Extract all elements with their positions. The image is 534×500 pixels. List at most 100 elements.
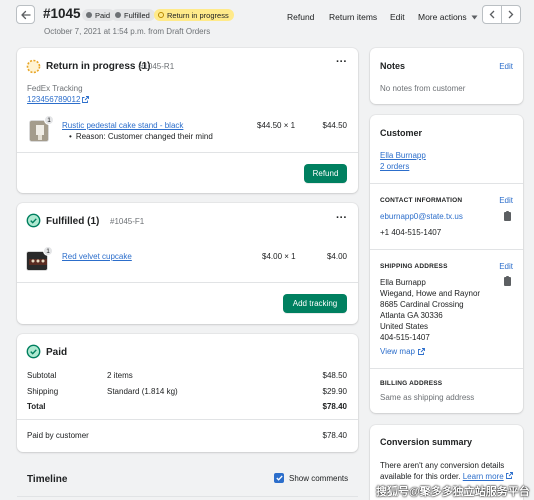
more-options-icon[interactable]: ··· bbox=[336, 56, 347, 68]
order-subtitle: October 7, 2021 at 1:54 p.m. from Draft … bbox=[44, 27, 211, 36]
address-line: 404-515-1407 bbox=[380, 333, 430, 342]
more-actions-button[interactable]: More actions bbox=[418, 8, 478, 26]
customer-email-link[interactable]: eburnapp0@state.tx.us bbox=[380, 212, 463, 221]
shipping-detail: Standard (1.814 kg) bbox=[107, 387, 178, 396]
fulfilled-card: Fulfilled (1) #1045-F1 ··· 1 Red velvet … bbox=[17, 203, 358, 324]
notes-title: Notes bbox=[380, 61, 406, 71]
paid-card-title: Paid bbox=[46, 347, 68, 358]
item-total: $4.00 bbox=[326, 252, 347, 261]
checkmark-icon bbox=[275, 475, 283, 481]
divider bbox=[17, 152, 358, 153]
shipping-edit-link[interactable]: Edit bbox=[499, 262, 513, 271]
arrow-left-icon bbox=[20, 10, 31, 19]
external-link-icon bbox=[82, 96, 90, 103]
check-circle-icon bbox=[26, 213, 41, 228]
customer-card: Customer Ella Burnapp 2 orders CONTACT I… bbox=[370, 115, 523, 413]
page-title: #1045 bbox=[43, 6, 81, 21]
status-dot bbox=[86, 12, 92, 18]
notes-edit-link[interactable]: Edit bbox=[499, 62, 513, 71]
chevron-right-icon bbox=[508, 10, 514, 19]
clipboard-icon[interactable] bbox=[504, 276, 511, 286]
subtotal-amount: $48.50 bbox=[322, 371, 347, 380]
product-link[interactable]: Red velvet cupcake bbox=[62, 252, 132, 261]
paid-card: Paid Subtotal 2 items $48.50 Shipping St… bbox=[17, 334, 358, 452]
address-line: Wiegand, Howe and Raynor bbox=[380, 289, 481, 298]
paid-by-amount: $78.40 bbox=[322, 431, 347, 440]
status-badge-fulfilled: Fulfilled bbox=[111, 9, 155, 21]
external-link-icon bbox=[505, 472, 513, 479]
conversion-text-line: There aren't any conversion details bbox=[380, 461, 505, 470]
caret-down-icon bbox=[471, 15, 478, 19]
quantity-badge: 1 bbox=[43, 246, 53, 256]
learn-more-link[interactable]: Learn more bbox=[463, 472, 504, 481]
contact-edit-link[interactable]: Edit bbox=[499, 196, 513, 205]
check-circle-icon bbox=[26, 344, 41, 359]
edit-button[interactable]: Edit bbox=[390, 8, 405, 26]
customer-name-link[interactable]: Ella Burnapp bbox=[380, 151, 426, 160]
bullet: • bbox=[69, 132, 72, 141]
refund-action-button[interactable]: Refund bbox=[304, 164, 347, 183]
conversion-text-line2: available for this order. Learn more bbox=[380, 471, 513, 482]
previous-order-button[interactable] bbox=[482, 5, 502, 24]
return-reason-text: Reason: Customer changed their mind bbox=[75, 132, 213, 141]
billing-heading: BILLING ADDRESS bbox=[380, 380, 443, 387]
conversion-text: There aren't any conversion details avai… bbox=[380, 460, 513, 482]
carrier-label: FedEx Tracking bbox=[27, 84, 83, 93]
product-link[interactable]: Rustic pedestal cake stand - black bbox=[62, 121, 183, 130]
address-line: Atlanta GA 30336 bbox=[380, 311, 443, 320]
total-amount: $78.40 bbox=[322, 402, 347, 411]
divider bbox=[370, 183, 523, 184]
customer-orders-link[interactable]: 2 orders bbox=[380, 162, 409, 171]
notes-empty-text: No notes from customer bbox=[380, 84, 466, 93]
view-map-link[interactable]: View map bbox=[380, 347, 425, 356]
return-card-code: #1045-R1 bbox=[139, 62, 175, 71]
watermark: 搜狐号@聚多多独立站服务平台 bbox=[376, 486, 530, 498]
status-dot bbox=[158, 12, 164, 18]
show-comments-checkbox[interactable] bbox=[274, 473, 284, 483]
return-items-button[interactable]: Return items bbox=[329, 8, 377, 26]
total-label: Total bbox=[27, 402, 46, 411]
refund-button[interactable]: Refund bbox=[287, 8, 314, 26]
more-actions-label: More actions bbox=[418, 12, 467, 22]
divider bbox=[17, 282, 358, 283]
divider bbox=[370, 249, 523, 250]
tracking-number: 123456789012 bbox=[27, 95, 81, 104]
add-tracking-button[interactable]: Add tracking bbox=[283, 294, 347, 313]
fulfilled-card-code: #1045-F1 bbox=[110, 217, 145, 226]
subtotal-detail: 2 items bbox=[107, 371, 133, 380]
return-card: Return in progress (1) #1045-R1 ··· FedE… bbox=[17, 48, 358, 193]
divider bbox=[17, 419, 358, 420]
customer-title: Customer bbox=[380, 128, 423, 138]
back-button[interactable] bbox=[16, 5, 35, 24]
external-link-icon bbox=[418, 348, 425, 355]
address-line: United States bbox=[380, 322, 429, 331]
paid-by-label: Paid by customer bbox=[27, 431, 89, 440]
address-line: 8685 Cardinal Crossing bbox=[380, 300, 464, 309]
return-progress-icon bbox=[26, 59, 41, 74]
shipping-heading: SHIPPING ADDRESS bbox=[380, 263, 448, 270]
shipping-label: Shipping bbox=[27, 387, 59, 396]
customer-phone: +1 404-515-1407 bbox=[380, 228, 442, 237]
item-price: $4.00 × 1 bbox=[262, 252, 296, 261]
contact-heading: CONTACT INFORMATION bbox=[380, 197, 463, 204]
item-price: $44.50 × 1 bbox=[257, 121, 296, 130]
shipping-amount: $29.90 bbox=[322, 387, 347, 396]
clipboard-icon[interactable] bbox=[504, 211, 511, 221]
more-options-icon[interactable]: ··· bbox=[336, 212, 347, 224]
divider bbox=[370, 368, 523, 369]
chevron-left-icon bbox=[489, 10, 495, 19]
status-badge-return: Return in progress bbox=[154, 9, 234, 21]
address-line: Ella Burnapp bbox=[380, 278, 426, 287]
timeline-divider bbox=[17, 496, 358, 497]
show-comments-label[interactable]: Show comments bbox=[289, 474, 348, 483]
notes-card: Notes Edit No notes from customer bbox=[370, 48, 523, 104]
fulfilled-card-title: Fulfilled (1) bbox=[46, 216, 100, 227]
tracking-link[interactable]: 123456789012 bbox=[27, 95, 90, 104]
next-order-button[interactable] bbox=[501, 5, 521, 24]
billing-text: Same as shipping address bbox=[380, 393, 475, 402]
quantity-badge: 1 bbox=[44, 115, 54, 125]
status-dot bbox=[115, 12, 121, 18]
shipping-address: Ella Burnapp Wiegand, Howe and Raynor 86… bbox=[380, 277, 480, 343]
subtotal-label: Subtotal bbox=[27, 371, 57, 380]
item-total: $44.50 bbox=[322, 121, 347, 130]
